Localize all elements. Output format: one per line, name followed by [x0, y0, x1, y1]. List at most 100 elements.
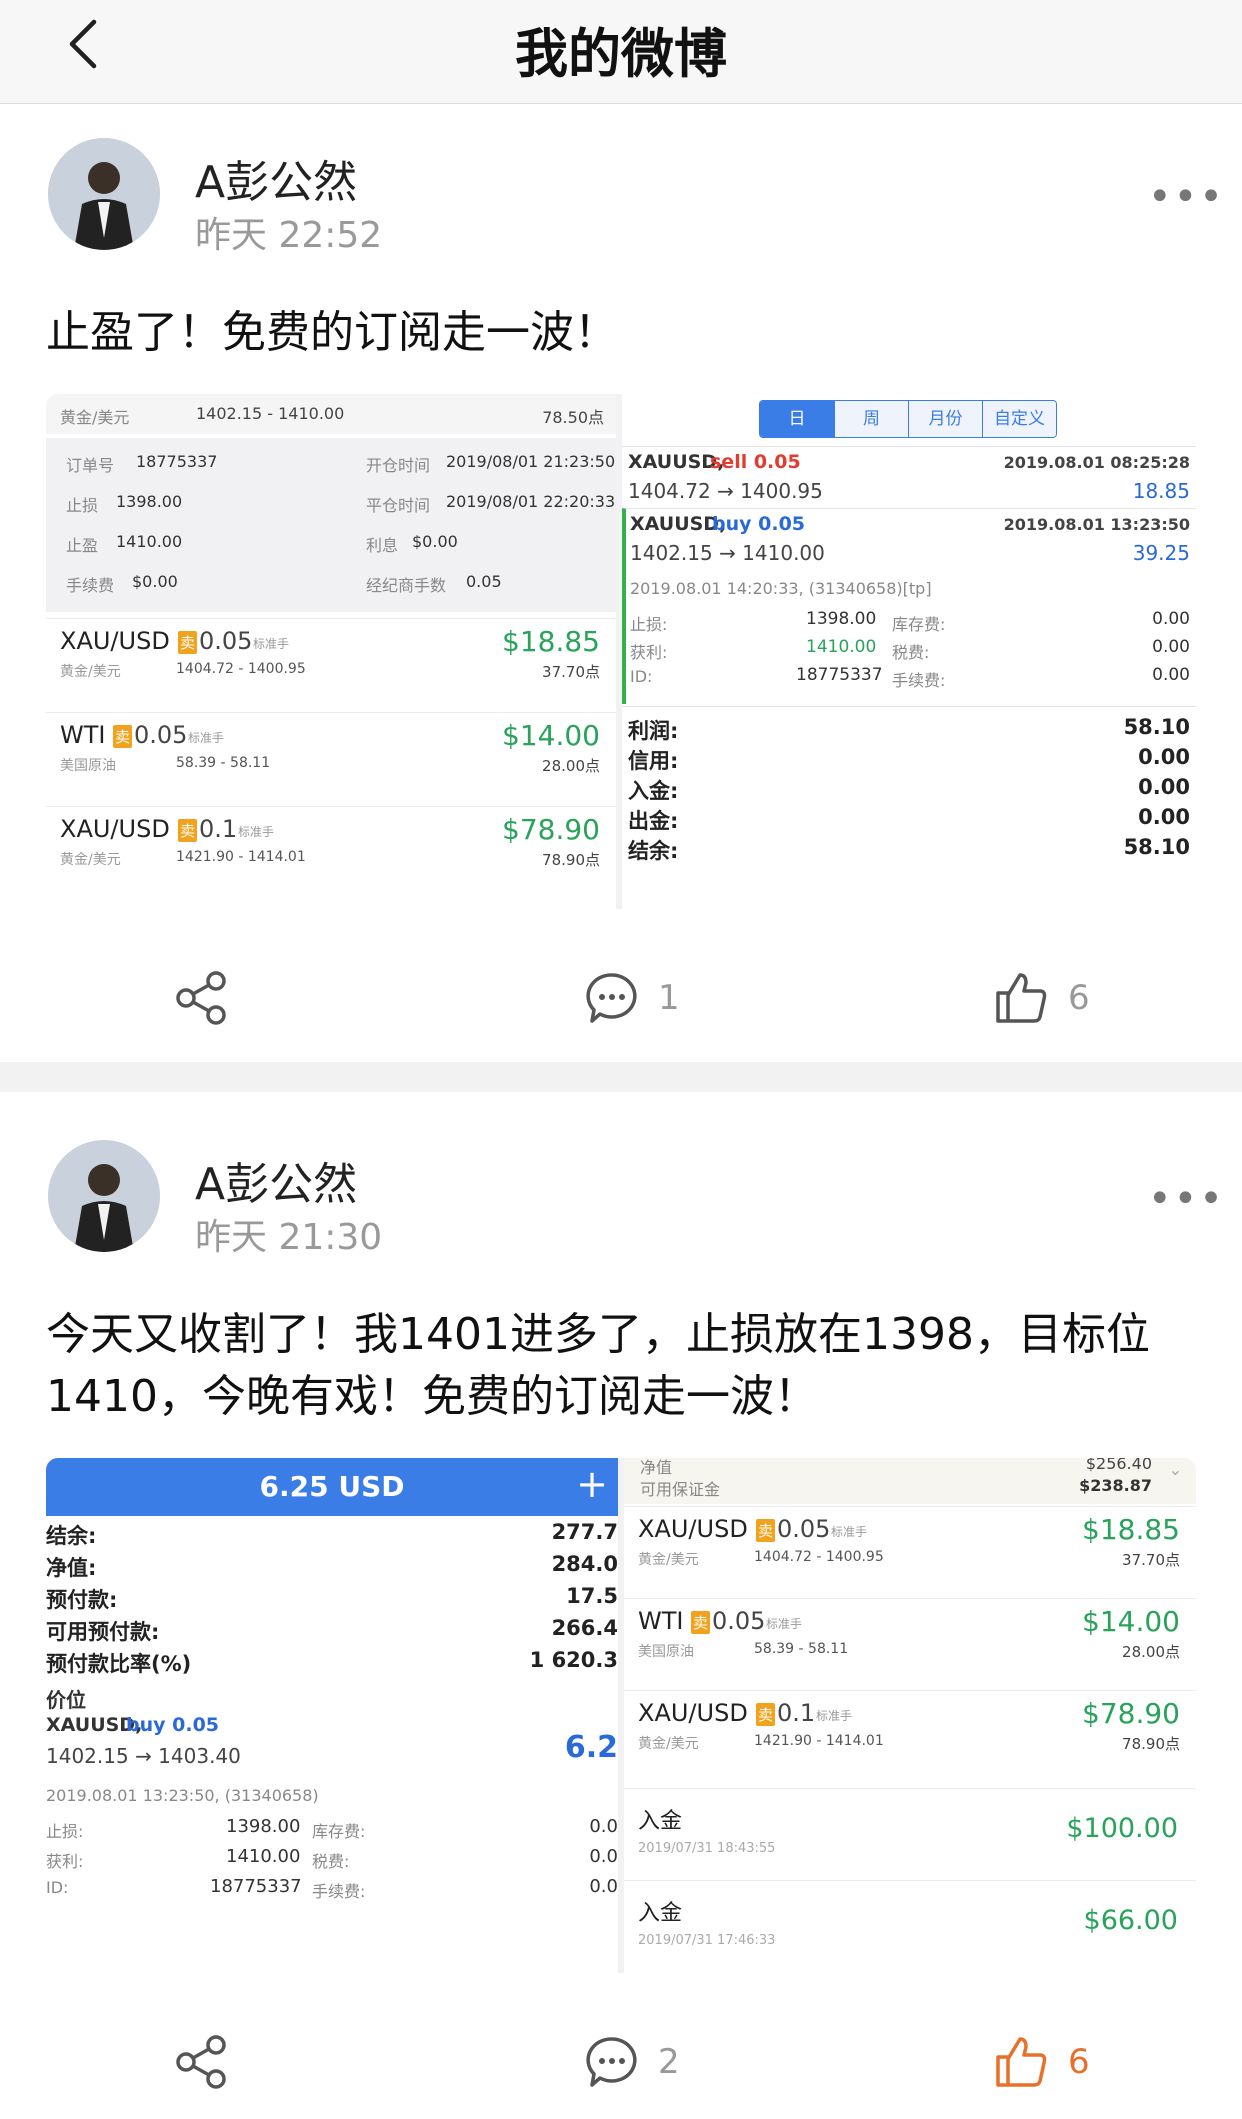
- comment-button[interactable]: 1: [584, 958, 680, 1038]
- avatar[interactable]: [48, 1140, 160, 1252]
- summary-label: 入金:: [628, 779, 679, 803]
- summary-label: 出金:: [628, 809, 679, 833]
- summary-value: 58.10: [1123, 715, 1190, 739]
- trade-pair: 黄金/美元: [638, 1552, 699, 1568]
- trade-points: 37.70点: [542, 663, 600, 681]
- trade-pair: 黄金/美元: [638, 1736, 699, 1752]
- like-button[interactable]: 6: [992, 2022, 1090, 2102]
- post-images[interactable]: 6.25 USD + 结余: 277.7 净值: 284.0 预付款: 17.5 可用预付款…: [46, 1458, 1196, 1973]
- post-actions: 1 6: [0, 958, 1242, 1038]
- deposit-date: 2019/07/31 17:46:33: [638, 1933, 776, 1948]
- author-name[interactable]: A彭公然: [195, 1148, 357, 1212]
- trade-profit: $18.85: [1082, 1513, 1180, 1546]
- lot-unit: 标准手: [766, 1617, 803, 1631]
- account-label: 预付款比率(%): [46, 1652, 192, 1676]
- add-icon: +: [576, 1462, 608, 1506]
- share-button[interactable]: [172, 2022, 230, 2102]
- post-text: 今天又收割了！我1401进多了，止损放在1398，目标位1410，今晚有戏！免费…: [46, 1309, 1150, 1422]
- post-text: 止盈了！免费的订阅走一波！: [46, 307, 618, 358]
- trade-range: 1404.72 - 1400.95: [754, 1549, 884, 1565]
- account-screenshot[interactable]: 6.25 USD + 结余: 277.7 净值: 284.0 预付款: 17.5 可用预付款…: [46, 1458, 618, 1973]
- trade-row[interactable]: XAU/USD 卖 0.1 标准手 黄金/美元 1421.90 - 1414.01 $78.…: [624, 1690, 1196, 1758]
- tab-1[interactable]: 周: [834, 401, 908, 437]
- trade-points: 78.90点: [542, 851, 600, 869]
- trade-row[interactable]: WTI 卖 0.05 标准手 美国原油 58.39 - 58.11 $14.00 28.00点: [46, 712, 616, 780]
- summary-label: 利润:: [628, 719, 679, 743]
- comment-icon: [586, 973, 637, 1023]
- summary-value: 58.10: [1123, 835, 1190, 859]
- weibo-post: A彭公然 昨天 21:30 ••• 今天又收割了！我1401进多了，止损放在13…: [0, 1092, 1242, 2119]
- comment-count: 2: [658, 2042, 680, 2082]
- sell-badge: 卖: [691, 1611, 711, 1634]
- trade-range: 1421.90 - 1414.01: [754, 1733, 884, 1749]
- trade-row[interactable]: XAU/USD 卖 0.05 标准手 黄金/美元 1404.72 - 1400.95 $18…: [624, 1506, 1196, 1574]
- trade-pair: 美国原油: [638, 1644, 694, 1660]
- trade-symbol: XAU/USD: [638, 1515, 748, 1543]
- sell-badge: 卖: [178, 819, 198, 842]
- trade-profit: $78.90: [1082, 1697, 1180, 1730]
- trade-lot: 0.1: [777, 1699, 816, 1727]
- deposit-row[interactable]: 入金 2019/07/31 17:46:33 $66.00: [624, 1880, 1196, 1968]
- trade-points: 28.00点: [542, 757, 600, 775]
- account-value: 17.5: [566, 1584, 618, 1608]
- chevron-down-icon: ⌄: [1168, 1460, 1182, 1479]
- more-icon[interactable]: •••: [1148, 1176, 1225, 1222]
- sell-badge: 卖: [756, 1703, 776, 1726]
- thumbs-up-icon: [996, 973, 1047, 1023]
- trade-profit: $14.00: [1082, 1605, 1180, 1638]
- account-value: 266.4: [551, 1616, 618, 1640]
- tab-0[interactable]: 日: [760, 401, 834, 437]
- positions-screenshot[interactable]: 净值 $256.40 可用保证金 $238.87 ⌄ XAU/USD 卖 0.05 标…: [624, 1458, 1196, 1973]
- trade-symbol: WTI: [60, 721, 106, 749]
- post-actions: 2 6: [0, 2022, 1242, 2102]
- trade-profit: $78.90: [502, 813, 600, 846]
- deposit-row[interactable]: 入金 2019/07/31 18:43:55 $100.00: [624, 1788, 1196, 1876]
- summary-label: 信用:: [628, 749, 679, 773]
- like-button[interactable]: 6: [992, 958, 1090, 1038]
- more-icon[interactable]: •••: [1148, 174, 1225, 220]
- trade-profit: $18.85: [502, 625, 600, 658]
- trade-lot: 0.05: [777, 1515, 831, 1543]
- tab-2[interactable]: 月份: [908, 401, 982, 437]
- comment-button[interactable]: 2: [584, 2022, 680, 2102]
- trade-pair: 黄金/美元: [60, 664, 121, 680]
- lot-unit: 标准手: [188, 731, 225, 745]
- tab-3[interactable]: 自定义: [982, 401, 1056, 437]
- deposit-amount: $66.00: [1083, 1905, 1178, 1936]
- mt-history-screenshot[interactable]: 日周月份 自定义 XAUUSD, sell 0.05 2019.08.01 08:…: [622, 394, 1196, 909]
- share-button[interactable]: [172, 958, 230, 1038]
- trade-range: 1421.90 - 1414.01: [176, 849, 306, 865]
- like-count: 6: [1068, 978, 1090, 1018]
- trade-lot: 0.05: [712, 1607, 766, 1635]
- trade-row[interactable]: XAU/USD 卖 0.05 标准手 黄金/美元 1404.72 - 1400.95 $18…: [46, 618, 616, 686]
- sell-badge: 卖: [178, 631, 198, 654]
- account-value: 284.0: [551, 1552, 618, 1576]
- summary-value: 0.00: [1138, 805, 1190, 829]
- author-name[interactable]: A彭公然: [195, 146, 357, 210]
- nav-bar: 我的微博: [0, 0, 1242, 104]
- trade-symbol: XAU/USD: [60, 815, 170, 843]
- summary-label: 结余:: [628, 839, 679, 863]
- avatar[interactable]: [48, 138, 160, 250]
- thumbs-up-icon: [996, 2037, 1047, 2087]
- weibo-post: A彭公然 昨天 22:52 ••• 止盈了！免费的订阅走一波！ 黄金/美元 14…: [0, 104, 1242, 1062]
- trade-pair: 美国原油: [60, 758, 116, 774]
- deposit-amount: $100.00: [1066, 1813, 1178, 1844]
- trade-range: 58.39 - 58.11: [176, 755, 271, 771]
- trade-history-screenshot[interactable]: 黄金/美元 1402.15 - 1410.00 78.50点 订单号 18775…: [46, 394, 616, 909]
- share-icon: [176, 2035, 226, 2089]
- account-value: 277.7: [551, 1520, 618, 1544]
- trade-pair: 黄金/美元: [60, 852, 121, 868]
- lot-unit: 标准手: [816, 1709, 853, 1723]
- trade-lot: 0.05: [134, 721, 188, 749]
- account-value: 1 620.3: [529, 1648, 618, 1672]
- lot-unit: 标准手: [831, 1525, 868, 1539]
- lot-unit: 标准手: [253, 637, 290, 651]
- post-images[interactable]: 黄金/美元 1402.15 - 1410.00 78.50点 订单号 18775…: [46, 394, 1196, 909]
- trade-row[interactable]: WTI 卖 0.05 标准手 美国原油 58.39 - 58.11 $14.00 28.00点: [624, 1598, 1196, 1666]
- trade-row[interactable]: XAU/USD 卖 0.1 标准手 黄金/美元 1421.90 - 1414.01 $78.…: [46, 806, 616, 874]
- comment-icon: [586, 2037, 637, 2087]
- trade-lot: 0.1: [199, 815, 238, 843]
- trade-symbol: WTI: [638, 1607, 684, 1635]
- account-label: 净值:: [46, 1556, 97, 1580]
